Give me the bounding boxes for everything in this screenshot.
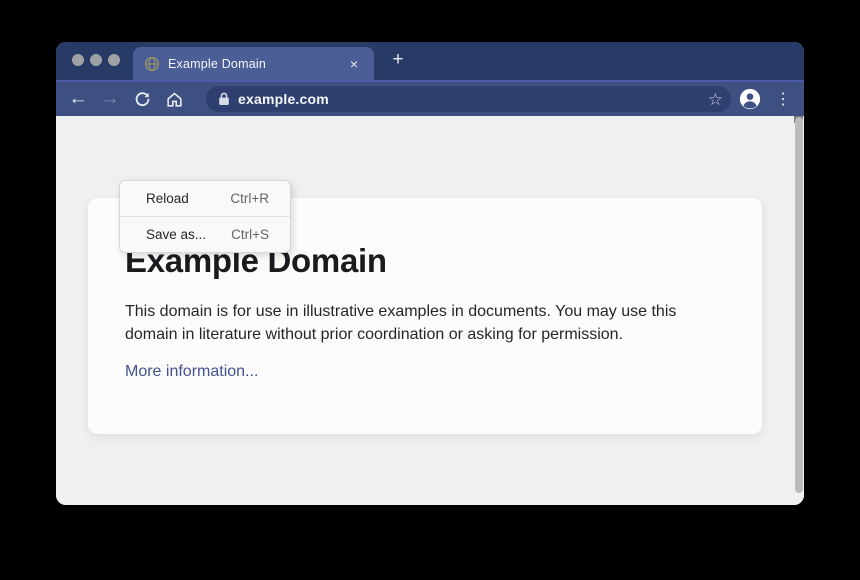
- menu-item-shortcut: Ctrl+S: [231, 227, 269, 242]
- menu-item-shortcut: Ctrl+R: [230, 191, 269, 206]
- browser-toolbar: ← → example.com ☆ ⋮: [56, 80, 804, 116]
- new-tab-button[interactable]: +: [388, 50, 408, 70]
- page-paragraph: This domain is for use in illustrative e…: [125, 300, 717, 346]
- browser-window: Example Domain × + ← → example.com ☆: [56, 42, 804, 505]
- back-icon[interactable]: ←: [66, 87, 90, 111]
- url-text[interactable]: example.com: [238, 91, 329, 107]
- close-window-button[interactable]: [72, 54, 84, 66]
- zoom-window-button[interactable]: [108, 54, 120, 66]
- bookmark-star-icon[interactable]: ☆: [708, 91, 723, 108]
- scrollbar-thumb[interactable]: [795, 117, 803, 493]
- home-icon[interactable]: [162, 87, 186, 111]
- forward-icon[interactable]: →: [98, 87, 122, 111]
- context-menu: Reload Ctrl+R Save as... Ctrl+S: [119, 180, 291, 253]
- minimize-window-button[interactable]: [90, 54, 102, 66]
- browser-menu-icon[interactable]: ⋮: [775, 89, 791, 109]
- more-information-link[interactable]: More information...: [125, 363, 258, 381]
- window-controls: [72, 54, 120, 66]
- reload-icon[interactable]: [130, 87, 154, 111]
- title-bar: Example Domain × +: [56, 42, 804, 80]
- context-menu-item-save-as[interactable]: Save as... Ctrl+S: [120, 217, 290, 252]
- lock-icon: [218, 92, 230, 106]
- page-viewport: Example Domain This domain is for use in…: [56, 116, 804, 505]
- profile-avatar-icon[interactable]: [739, 88, 761, 110]
- browser-tab[interactable]: Example Domain ×: [133, 47, 374, 80]
- context-menu-item-reload[interactable]: Reload Ctrl+R: [120, 181, 290, 216]
- tab-title: Example Domain: [168, 57, 346, 71]
- menu-item-label: Save as...: [146, 227, 206, 242]
- globe-favicon-icon: [144, 56, 160, 72]
- menu-item-label: Reload: [146, 191, 189, 206]
- tab-close-icon[interactable]: ×: [346, 57, 362, 71]
- address-bar[interactable]: example.com ☆: [206, 86, 731, 112]
